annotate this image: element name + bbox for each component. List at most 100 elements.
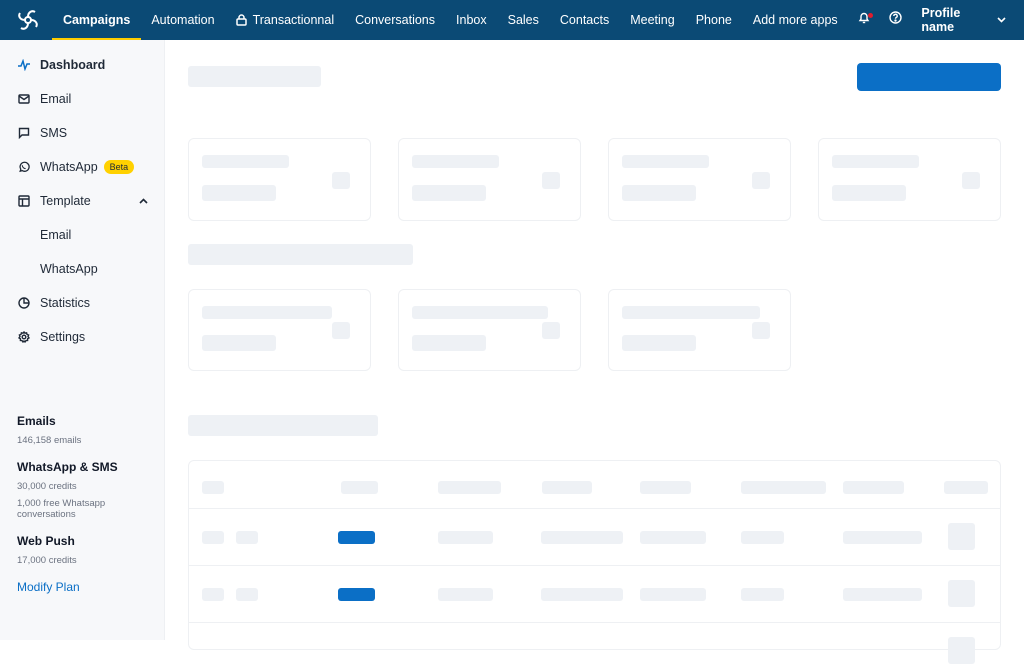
nav-label: Sales xyxy=(507,13,539,27)
skeleton-line xyxy=(412,155,499,168)
whatsapp-icon xyxy=(17,160,31,174)
table-cell-skeleton xyxy=(741,531,784,544)
status-pill-skeleton xyxy=(338,588,375,601)
sidebar-item-dashboard[interactable]: Dashboard xyxy=(0,48,164,82)
row-action-skeleton xyxy=(948,580,975,607)
table-cell-skeleton xyxy=(438,531,493,544)
plan-detail: 17,000 credits xyxy=(17,555,77,566)
layout-template-icon xyxy=(17,194,31,208)
nav-label: Transactionnal xyxy=(252,13,335,27)
chevron-up-icon[interactable] xyxy=(139,198,148,204)
table-header-skeleton xyxy=(438,481,501,494)
skeleton-line xyxy=(622,306,760,319)
nav-phone[interactable]: Phone xyxy=(685,0,742,40)
mail-icon xyxy=(17,92,31,106)
plan-emails: Emails 146,158 emails xyxy=(17,414,127,446)
plan-detail: 30,000 credits xyxy=(17,481,77,492)
skeleton-icon xyxy=(752,322,770,339)
plan-detail: 1,000 free Whatsapp conversations xyxy=(17,498,106,520)
table-cell-skeleton xyxy=(541,588,623,601)
nav-add-more-apps[interactable]: Add more apps xyxy=(742,0,848,40)
profile-name: Profile name xyxy=(921,6,961,34)
plan-detail: 146,158 emails xyxy=(17,435,82,446)
table-header-skeleton xyxy=(640,481,691,494)
skeleton-line xyxy=(202,306,332,319)
table-cell-skeleton xyxy=(640,588,706,601)
sidebar-nav: Dashboard Email SMS WhatsApp Beta Templa… xyxy=(0,40,164,354)
plan-title: Web Push xyxy=(17,534,75,548)
plan-title: Emails xyxy=(17,414,56,428)
nav-conversations[interactable]: Conversations xyxy=(345,0,446,40)
row-action-skeleton xyxy=(948,637,975,664)
status-pill-skeleton xyxy=(338,531,375,544)
skeleton-line xyxy=(202,155,289,168)
activity-icon xyxy=(17,58,31,72)
skeleton-icon xyxy=(332,322,350,339)
skeleton-line xyxy=(832,185,906,201)
skeleton-line xyxy=(202,185,276,201)
plan-title: WhatsApp & SMS xyxy=(17,460,118,474)
nav-automation[interactable]: Automation xyxy=(141,0,225,40)
sidebar: Dashboard Email SMS WhatsApp Beta Templa… xyxy=(0,40,165,640)
table-header-skeleton xyxy=(341,481,378,494)
table-header-skeleton xyxy=(202,481,224,494)
table-cell-skeleton xyxy=(843,588,922,601)
plan-whatsapp-sms: WhatsApp & SMS 30,000 credits 1,000 free… xyxy=(17,460,127,520)
table-cell-skeleton xyxy=(640,531,706,544)
section-title-skeleton xyxy=(188,415,378,436)
sidebar-item-label: SMS xyxy=(40,126,68,140)
sidebar-item-label: WhatsApp xyxy=(40,262,98,276)
table-header-skeleton xyxy=(542,481,592,494)
nav-campaigns[interactable]: Campaigns xyxy=(52,0,142,40)
table-header-skeleton xyxy=(944,481,988,494)
skeleton-line xyxy=(622,335,696,351)
beta-badge: Beta xyxy=(103,160,135,174)
plan-web-push: Web Push 17,000 credits xyxy=(17,534,127,566)
nav-inbox[interactable]: Inbox xyxy=(446,0,498,40)
notifications-button[interactable] xyxy=(848,0,880,40)
sidebar-subitem-template-email[interactable]: Email xyxy=(0,218,164,252)
nav-sales[interactable]: Sales xyxy=(497,0,549,40)
table-cell-skeleton xyxy=(236,531,258,544)
table-cell-skeleton xyxy=(236,588,258,601)
section-title-skeleton xyxy=(188,244,413,265)
sidebar-item-label: Email xyxy=(40,228,72,242)
brevo-logo-icon[interactable] xyxy=(16,7,40,33)
help-button[interactable] xyxy=(880,0,912,40)
skeleton-line xyxy=(622,155,709,168)
sidebar-item-label: WhatsApp xyxy=(40,160,98,174)
chevron-down-icon xyxy=(997,17,1006,23)
sidebar-item-settings[interactable]: Settings xyxy=(0,320,164,354)
notification-dot xyxy=(868,13,874,18)
sidebar-item-sms[interactable]: SMS xyxy=(0,116,164,150)
top-navigation-bar: Campaigns Automation Transactionnal Conv… xyxy=(0,0,1024,40)
sidebar-item-whatsapp[interactable]: WhatsApp Beta xyxy=(0,150,164,184)
row-divider xyxy=(189,565,1000,566)
table-header-skeleton xyxy=(741,481,826,494)
nav-label: Meeting xyxy=(630,13,675,27)
table-cell-skeleton xyxy=(541,531,623,544)
primary-action-button[interactable] xyxy=(857,63,1001,91)
message-square-icon xyxy=(17,126,31,140)
sidebar-item-email[interactable]: Email xyxy=(0,82,164,116)
nav-meeting[interactable]: Meeting xyxy=(620,0,685,40)
sidebar-subitem-template-whatsapp[interactable]: WhatsApp xyxy=(0,252,164,286)
profile-menu[interactable]: Profile name xyxy=(911,6,1024,34)
nav-label: Automation xyxy=(151,13,215,27)
table-cell-skeleton xyxy=(843,531,922,544)
sidebar-item-statistics[interactable]: Statistics xyxy=(0,286,164,320)
settings-gear-icon xyxy=(17,330,31,344)
lock-icon xyxy=(235,14,247,26)
nav-contacts[interactable]: Contacts xyxy=(549,0,619,40)
nav-transactional[interactable]: Transactionnal xyxy=(225,0,345,40)
nav-label: Conversations xyxy=(355,13,436,27)
modify-plan-link[interactable]: Modify Plan xyxy=(17,580,127,594)
pie-chart-icon xyxy=(17,296,31,310)
sidebar-item-template[interactable]: Template xyxy=(0,184,164,218)
skeleton-icon xyxy=(542,172,560,189)
row-action-skeleton xyxy=(948,523,975,550)
table-cell-skeleton xyxy=(202,531,224,544)
skeleton-line xyxy=(202,335,276,351)
page-title-skeleton xyxy=(188,66,321,87)
table-cell-skeleton xyxy=(438,588,493,601)
